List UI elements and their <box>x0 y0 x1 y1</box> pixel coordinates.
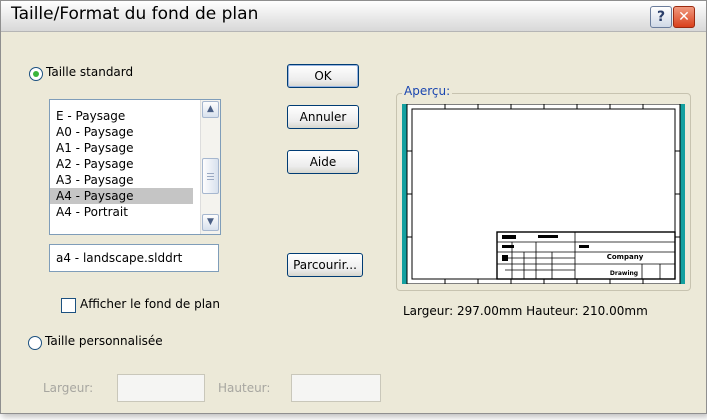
height-label: Hauteur: <box>218 381 271 395</box>
grip-line <box>207 176 214 177</box>
custom-width-input[interactable] <box>117 374 205 402</box>
custom-size-radio[interactable] <box>28 336 42 350</box>
custom-size-label[interactable]: Taille personnalisée <box>45 334 163 348</box>
help-button[interactable]: Aide <box>287 150 359 174</box>
list-item[interactable]: A4 - Portrait <box>50 204 193 220</box>
standard-size-radio[interactable] <box>29 67 43 81</box>
title-block-company: Company <box>607 253 644 261</box>
window-title: Taille/Format du fond de plan <box>11 4 259 24</box>
list-scrollbar[interactable]: ▲ ▼ <box>200 100 220 234</box>
sheet-format-list[interactable]: E - Paysage A0 - Paysage A1 - Paysage A2… <box>49 99 221 235</box>
list-item-selected[interactable]: A4 - Paysage <box>50 188 193 204</box>
preview-title: Aperçu: <box>402 84 453 98</box>
browse-button[interactable]: Parcourir... <box>287 253 363 277</box>
list-item[interactable]: E - Paysage <box>50 108 193 124</box>
sheet-preview: Company Drawing <box>402 104 685 284</box>
show-background-label[interactable]: Afficher le fond de plan <box>80 297 220 311</box>
list-item[interactable]: A2 - Paysage <box>50 156 193 172</box>
grip-line <box>207 173 214 174</box>
ok-button[interactable]: OK <box>287 64 359 88</box>
grip-line <box>207 179 214 180</box>
help-icon[interactable]: ? <box>650 6 672 28</box>
cancel-button[interactable]: Annuler <box>287 105 359 129</box>
radio-selected-dot <box>33 71 39 77</box>
scroll-down-icon[interactable]: ▼ <box>202 214 219 231</box>
standard-size-label[interactable]: Taille standard <box>46 65 133 79</box>
sheet-file-field[interactable]: a4 - landscape.slddrt <box>49 244 219 272</box>
preview-dimensions: Largeur: 297.00mm Hauteur: 210.00mm <box>403 304 648 318</box>
title-block <box>496 231 676 280</box>
list-item[interactable]: A0 - Paysage <box>50 124 193 140</box>
title-block-label: Drawing <box>610 270 638 277</box>
dialog-window: Taille/Format du fond de plan ? ✕ Taille… <box>0 0 707 414</box>
list-item[interactable]: A3 - Paysage <box>50 172 193 188</box>
width-label: Largeur: <box>43 381 94 395</box>
scroll-thumb[interactable] <box>202 158 219 194</box>
show-background-checkbox[interactable] <box>61 298 76 313</box>
close-icon[interactable]: ✕ <box>673 6 695 28</box>
custom-height-input[interactable] <box>291 374 381 402</box>
scroll-up-icon[interactable]: ▲ <box>202 101 219 118</box>
list-item[interactable]: A1 - Paysage <box>50 140 193 156</box>
title-bar[interactable]: Taille/Format du fond de plan ? ✕ <box>1 1 706 32</box>
